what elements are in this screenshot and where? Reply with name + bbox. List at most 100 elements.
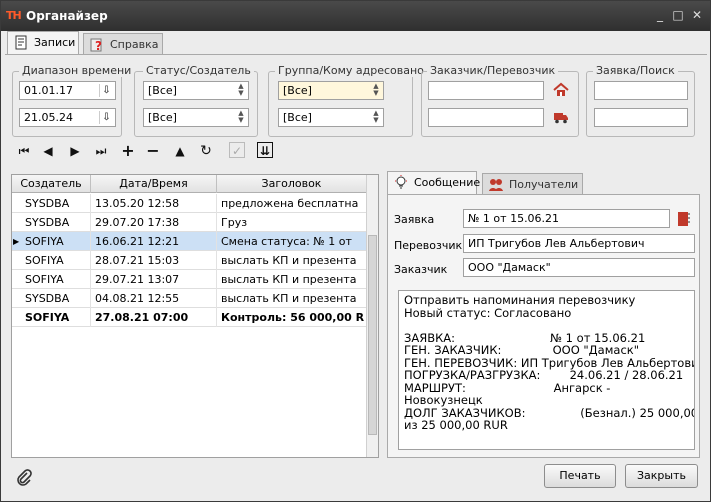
cell-creator: SOFIYA [21,251,91,270]
column-header-creator[interactable]: Создатель [12,175,91,193]
carrier-label: Перевозчик [394,239,463,252]
date-from-value: 01.01.17 [24,84,73,97]
tab-help-label: Справка [110,38,159,51]
cell-date: 28.07.21 15:03 [91,251,217,270]
status-select[interactable]: [Все] ▲ ▼ [143,81,249,100]
close-button[interactable]: Закрыть [625,464,698,488]
tab-help[interactable]: ? Справка [83,33,163,55]
cell-creator: SOFIYA [21,308,91,327]
lightbulb-icon [395,175,407,189]
cell-title: предложена бесплатна [217,194,367,213]
cell-creator: SYSDBA [21,194,91,213]
row-indicator-icon: ▶ [13,237,20,246]
date-to-field[interactable]: 21.05.24 ⇩ [19,108,116,127]
spin-icon[interactable]: ▲ ▼ [371,83,381,98]
table-scrollbar[interactable] [366,175,378,457]
help-icon: ? [90,38,102,52]
search-field[interactable] [594,108,688,127]
cell-date: 13.05.20 12:58 [91,194,217,213]
customer-label: Заказчик/Перевозчик [427,64,559,77]
cell-date: 27.08.21 07:00 [91,308,217,327]
status-value: [Все] [148,84,177,97]
tab-recipients[interactable]: Получатели [482,173,583,195]
cell-date: 29.07.20 17:38 [91,213,217,232]
spin-icon[interactable]: ▲ ▼ [236,83,246,98]
first-record-button[interactable]: ⏮ [15,142,33,160]
scrollbar-thumb[interactable] [368,235,377,435]
calendar-dropdown-icon[interactable]: ⇩ [99,111,113,124]
cell-date: 16.06.21 12:21 [91,232,217,251]
svg-text:?: ? [95,39,102,52]
calendar-dropdown-icon[interactable]: ⇩ [99,84,113,97]
customer-detail-field[interactable]: ООО "Дамаск" [463,258,695,277]
cell-date: 29.07.21 13:07 [91,270,217,289]
table-row[interactable]: SOFIYA 28.07.21 15:03 выслать КП и презент… [12,251,367,270]
paperclip-icon[interactable] [16,468,32,486]
customer-detail-value: ООО "Дамаск" [468,261,551,274]
customer-field[interactable] [428,81,544,100]
table-row[interactable]: SOFIYA 29.07.21 13:07 выслать КП и презент… [12,270,367,289]
add-record-button[interactable]: + [119,142,137,160]
carrier-field[interactable] [428,108,544,127]
cell-creator: SYSDBA [21,213,91,232]
order-detail-field[interactable]: № 1 от 15.06.21 [463,209,670,228]
records-table: Создатель Дата/Время Заголовок SYSDBA 13.… [11,174,379,458]
tab-records[interactable]: Записи [7,31,79,55]
table-header: Создатель Дата/Время Заголовок [12,175,367,193]
carrier-detail-field[interactable]: ИП Тригубов Лев Альбертович [463,234,695,253]
message-text[interactable]: Отправить напоминания перевозчику Новый … [398,290,695,450]
table-row[interactable]: SOFIYA 27.08.21 07:00 Контроль: 56 000,00 … [12,308,367,327]
tab-divider [5,54,707,55]
creator-value: [Все] [148,111,177,124]
users-icon [489,179,503,191]
spin-icon[interactable]: ▲ ▼ [371,110,381,125]
truck-icon[interactable] [553,109,569,125]
order-book-icon[interactable] [677,211,691,227]
cell-date: 04.08.21 12:55 [91,289,217,308]
delete-record-button[interactable]: − [144,142,162,160]
title-bar[interactable]: TH Органайзер _ □ ✕ [1,1,710,31]
date-to-value: 21.05.24 [24,111,73,124]
cell-creator: SYSDBA [21,289,91,308]
move-up-button[interactable]: ▲ [171,142,189,160]
cell-title: выслать КП и презента [217,251,367,270]
date-from-field[interactable]: 01.01.17 ⇩ [19,81,116,100]
house-icon[interactable] [553,82,569,98]
group-select[interactable]: [Все] ▲ ▼ [278,81,384,100]
refresh-button[interactable]: ↻ [197,142,215,160]
group-label: Группа/Кому адресовано [275,64,427,77]
table-row[interactable]: SYSDBA 13.05.20 12:58 предложена бесплатна [12,194,367,213]
cell-creator: SOFIYA [21,232,91,251]
close-window-button[interactable]: ✕ [690,9,704,21]
maximize-button[interactable]: □ [671,9,685,21]
tab-message-label: Сообщение [414,176,481,189]
tab-records-label: Записи [34,36,76,49]
prev-record-button[interactable]: ◀ [39,142,57,160]
spin-icon[interactable]: ▲ ▼ [236,110,246,125]
cell-title: Груз [217,213,367,232]
next-record-button[interactable]: ▶ [66,142,84,160]
table-row[interactable]: SYSDBA 29.07.20 17:38 Груз [12,213,367,232]
cell-title: выслать КП и презента [217,270,367,289]
addressee-value: [Все] [283,111,312,124]
addressee-select[interactable]: [Все] ▲ ▼ [278,108,384,127]
expand-button[interactable]: ⇊ [257,142,273,158]
last-record-button[interactable]: ⏭ [92,142,110,160]
tab-recipients-label: Получатели [509,178,579,191]
notebook-icon [15,35,27,50]
tab-message[interactable]: Сообщение [387,171,481,195]
carrier-detail-value: ИП Тригубов Лев Альбертович [468,237,645,250]
table-row[interactable]: SYSDBA 04.08.21 12:55 выслать КП и презент… [12,289,367,308]
order-search-label: Заявка/Поиск [593,64,678,77]
customer-detail-label: Заказчик [394,263,448,276]
order-detail-value: № 1 от 15.06.21 [468,212,560,225]
column-header-title[interactable]: Заголовок [217,175,367,193]
creator-select[interactable]: [Все] ▲ ▼ [143,108,249,127]
order-field[interactable] [594,81,688,100]
column-header-datetime[interactable]: Дата/Время [91,175,217,193]
check-button[interactable]: ✓ [229,142,245,158]
print-button[interactable]: Печать [544,464,616,488]
minimize-button[interactable]: _ [653,9,667,21]
time-range-label: Диапазон времени [19,64,135,77]
table-row[interactable]: SOFIYA 16.06.21 12:21 Смена статуса: № 1 о… [12,232,367,251]
